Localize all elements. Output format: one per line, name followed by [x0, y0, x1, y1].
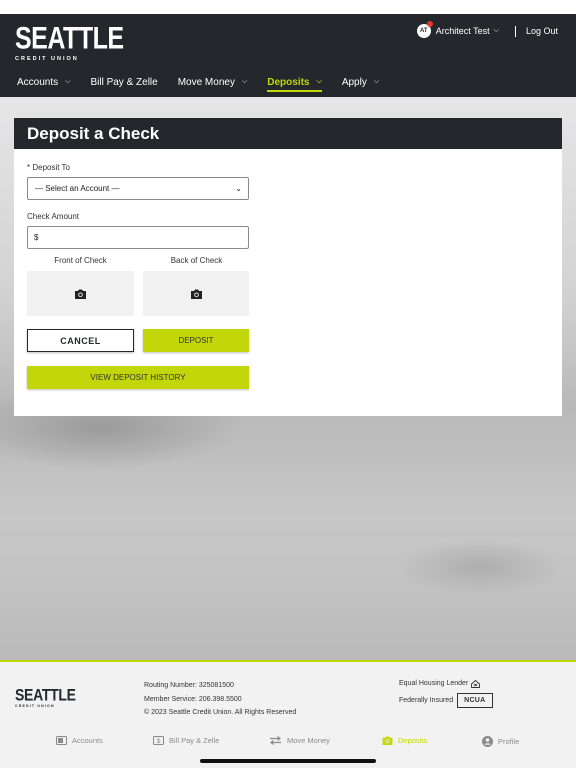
- header-divider: [514, 25, 516, 37]
- deposit-to-select[interactable]: — Select an Account — ⌄: [27, 177, 249, 200]
- nav-item-label: Deposits: [267, 76, 310, 88]
- tab-profile[interactable]: Profile: [482, 736, 519, 747]
- tab-label: Bill Pay & Zelle: [169, 736, 220, 745]
- home-indicator: [200, 759, 376, 763]
- nav-item-label: Bill Pay & Zelle: [90, 76, 158, 88]
- front-of-check-label: Front of Check: [54, 256, 107, 265]
- nav-item-accounts[interactable]: Accounts ⌵: [17, 70, 70, 94]
- tab-label: Move Money: [287, 736, 330, 745]
- deposit-button[interactable]: DEPOSIT: [143, 329, 249, 352]
- camera-icon: [382, 736, 393, 745]
- nav-item-label: Accounts: [17, 76, 59, 88]
- tab-bill-pay[interactable]: $ Bill Pay & Zelle: [153, 736, 219, 745]
- nav-item-deposits[interactable]: Deposits ⌵: [267, 70, 322, 94]
- logo-wordmark: SEATTLE: [15, 20, 124, 56]
- member-service-phone[interactable]: Member Service: 206.398.5500: [144, 693, 296, 707]
- avatar[interactable]: AT: [416, 21, 433, 38]
- back-of-check-label: Back of Check: [170, 256, 223, 265]
- currency-prefix: $: [34, 233, 39, 242]
- avatar-initials: AT: [420, 28, 428, 34]
- footer-logo-wordmark: SEATTLE: [15, 685, 76, 705]
- select-value: — Select an Account —: [35, 184, 120, 193]
- chevron-down-icon[interactable]: ⌵: [494, 27, 499, 35]
- tab-deposits[interactable]: Deposits: [382, 736, 427, 745]
- tab-label: Deposits: [398, 736, 428, 745]
- front-of-check-capture[interactable]: [27, 271, 134, 316]
- footer-compliance: Equal Housing Lender Federally Insured N…: [399, 678, 493, 708]
- view-deposit-history-button[interactable]: VIEW DEPOSIT HISTORY: [27, 366, 249, 389]
- tab-label: Profile: [498, 737, 520, 746]
- notification-dot: [426, 21, 433, 27]
- footer-info: Routing Number: 325081500 Member Service…: [144, 679, 296, 720]
- chevron-down-icon: ⌵: [373, 78, 380, 85]
- equal-housing-text: Equal Housing Lender: [399, 680, 469, 687]
- footer: SEATTLE CREDIT UNION Routing Number: 325…: [0, 660, 576, 768]
- chevron-down-icon: ⌵: [65, 78, 71, 85]
- transfer-arrows-icon: [270, 736, 281, 745]
- status-bar: [0, 0, 576, 14]
- tab-move-money[interactable]: Move Money: [269, 736, 330, 745]
- user-circle-icon: [482, 736, 493, 747]
- main-nav: Accounts ⌵ Bill Pay & Zelle Move Money ⌵…: [0, 70, 576, 94]
- routing-number: Routing Number: 325081500: [144, 682, 234, 689]
- chevron-down-icon: ⌵: [241, 78, 248, 85]
- check-amount-input[interactable]: $: [27, 226, 249, 249]
- bottom-tab-bar: Accounts $ Bill Pay & Zelle Move Money D…: [0, 736, 576, 756]
- logo-subtitle: CREDIT UNION: [15, 56, 79, 62]
- dollar-bill-icon: $: [153, 736, 164, 745]
- wallet-icon: [56, 736, 67, 745]
- nav-item-bill-pay[interactable]: Bill Pay & Zelle: [90, 70, 157, 94]
- equal-housing-icon: [471, 679, 481, 688]
- nav-item-label: Apply: [341, 76, 367, 88]
- deposit-to-label: * Deposit To: [27, 163, 70, 172]
- federally-insured-text: Federally Insured: [399, 697, 454, 704]
- camera-icon: [75, 289, 86, 299]
- tab-label: Accounts: [72, 736, 103, 745]
- brand-logo[interactable]: SEATTLE CREDIT UNION: [15, 20, 124, 62]
- copyright: © 2023 Seattle Credit Union. All Rights …: [144, 709, 297, 716]
- cancel-button[interactable]: CANCEL: [27, 329, 134, 352]
- deposit-check-card: Deposit a Check * Deposit To — Select an…: [14, 118, 562, 416]
- footer-logo-subtitle: CREDIT UNION: [15, 704, 55, 708]
- svg-text:$: $: [157, 738, 161, 745]
- back-of-check-capture[interactable]: [143, 271, 249, 316]
- chevron-down-icon: ⌵: [316, 78, 322, 85]
- ncua-badge: NCUA: [457, 693, 493, 708]
- check-amount-label: Check Amount: [27, 212, 80, 221]
- card-title: Deposit a Check: [14, 118, 562, 149]
- logout-link[interactable]: Log Out: [526, 26, 558, 36]
- tab-accounts[interactable]: Accounts: [56, 736, 103, 745]
- user-menu-name[interactable]: Architect Test: [436, 26, 490, 36]
- nav-item-apply[interactable]: Apply ⌵: [342, 70, 379, 94]
- footer-logo: SEATTLE CREDIT UNION: [15, 685, 76, 708]
- chevron-down-icon: ⌄: [235, 184, 242, 193]
- nav-item-label: Move Money: [177, 76, 235, 88]
- camera-icon: [190, 289, 202, 299]
- user-area: AT Architect Test ⌵ Log Out: [416, 21, 558, 38]
- app-header: SEATTLE CREDIT UNION AT Architect Test ⌵…: [0, 14, 576, 97]
- nav-item-move-money[interactable]: Move Money ⌵: [178, 70, 248, 94]
